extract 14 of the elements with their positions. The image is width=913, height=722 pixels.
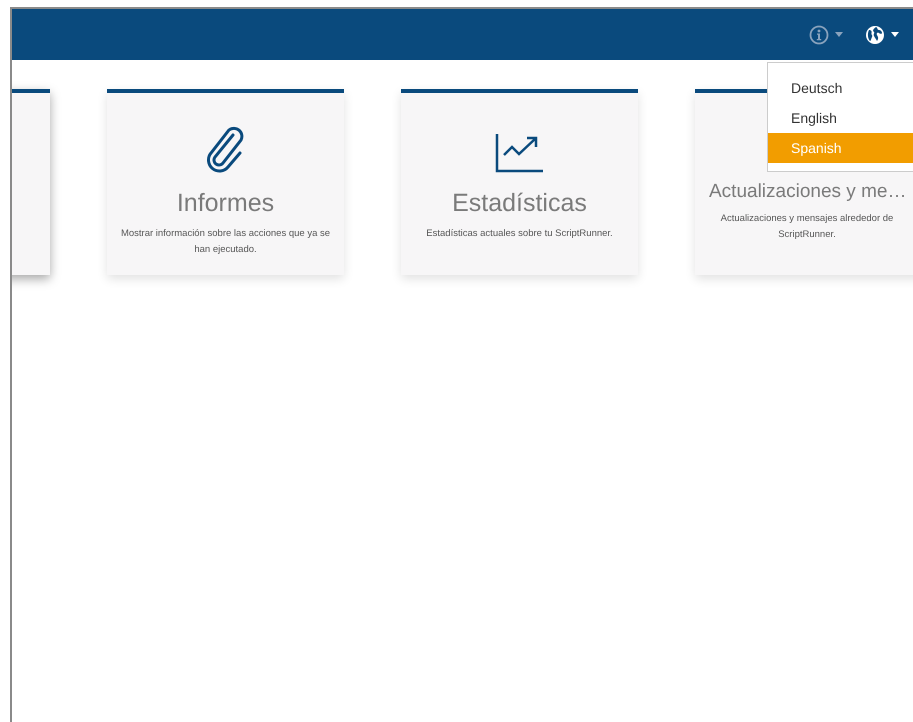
caret-icon — [835, 32, 843, 37]
card-title: Estadísticas — [452, 189, 587, 218]
card-title: Informes — [176, 189, 274, 218]
caret-icon — [891, 32, 899, 37]
card-description: Actualizaciones y mensajes alrededor de ScriptRunner. — [720, 212, 894, 242]
card-description: Mostrar información sobre las acciones que ya se han ejecutado. — [120, 227, 332, 257]
language-option[interactable]: English — [768, 103, 913, 133]
info-icon — [809, 24, 829, 44]
card-title: Actualizaciones y me… — [708, 181, 906, 203]
globe-icon — [865, 24, 885, 44]
card[interactable]: Estadísticas Estadísticas actuales sobre tu ScriptRunner. — [401, 89, 638, 275]
card-description: Estadísticas actuales sobre tu ScriptRunner. — [425, 227, 614, 241]
line-chart-icon — [494, 133, 544, 173]
card[interactable]: Informes Mostrar información sobre las acciones que ya se han ejecutado. — [107, 89, 344, 275]
